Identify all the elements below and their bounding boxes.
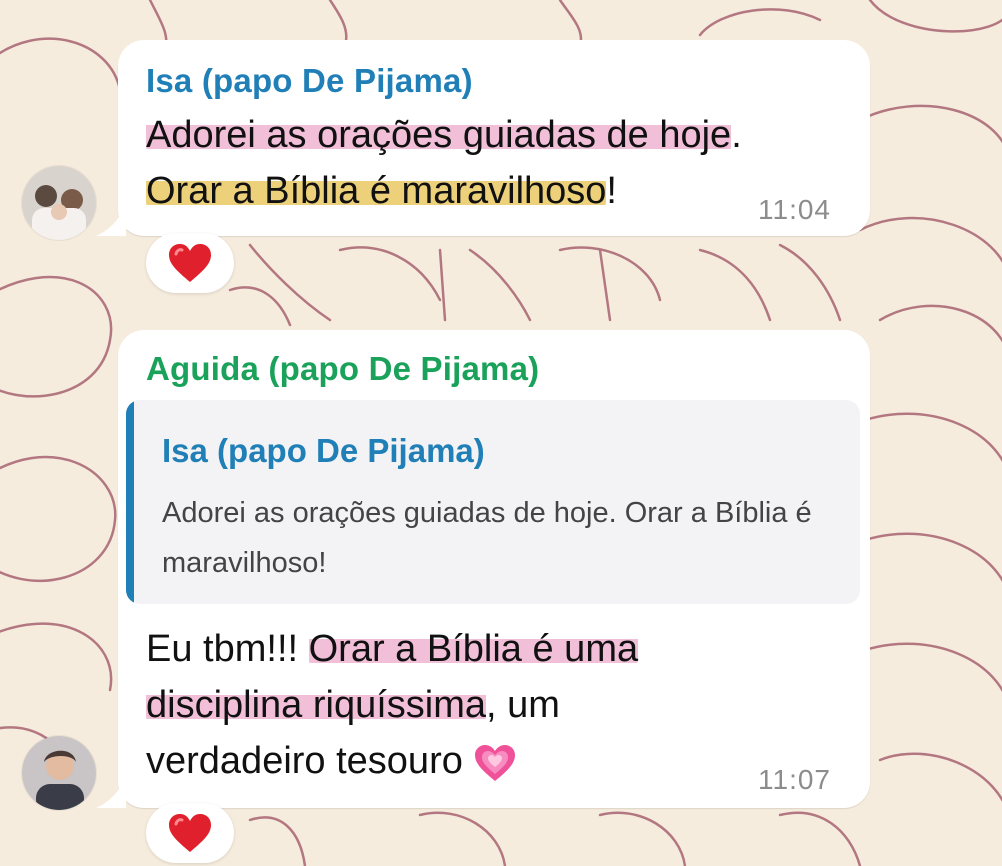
- message-line: Orar a Bíblia é maravilhoso!: [146, 170, 617, 212]
- highlighted-text: Adorei as orações guiadas de hoje: [146, 114, 732, 156]
- highlighted-text: disciplina riquíssima: [146, 684, 487, 726]
- message-timestamp: 11:04: [758, 194, 831, 225]
- quoted-message[interactable]: Isa (papo De Pijama) Adorei as orações g…: [126, 400, 860, 604]
- message-line: verdadeiro tesouro: [146, 742, 517, 783]
- red-heart-icon: [169, 814, 211, 852]
- message-text: Eu tbm!!!: [146, 628, 309, 670]
- reaction-pill[interactable]: [146, 233, 234, 293]
- message-text: , um: [486, 684, 560, 726]
- message-bubble-isa[interactable]: Isa (papo De Pijama) Adorei as orações g…: [96, 40, 870, 236]
- message-line: disciplina riquíssima, um: [146, 684, 560, 726]
- message-text: !: [606, 170, 617, 212]
- quoted-sender-name: Isa (papo De Pijama): [162, 432, 485, 469]
- sender-name[interactable]: Aguida (papo De Pijama): [146, 350, 539, 388]
- quoted-text: Adorei as orações guiadas de hoje. Orar …: [162, 497, 812, 579]
- sender-name[interactable]: Isa (papo De Pijama): [146, 62, 473, 100]
- bubble-tail: [96, 778, 126, 808]
- message-text: .: [731, 114, 742, 156]
- highlighted-text: Orar a Bíblia é maravilhoso: [146, 170, 607, 212]
- growing-heart-icon: [475, 744, 516, 781]
- reaction-pill[interactable]: [146, 803, 234, 863]
- avatar-photo-icon: [22, 166, 96, 240]
- bubble-tail: [96, 206, 126, 236]
- quote-accent-bar: [126, 400, 134, 604]
- highlighted-text: Orar a Bíblia é uma: [308, 628, 639, 670]
- avatar-aguida[interactable]: [22, 736, 96, 810]
- message-text: verdadeiro tesouro: [146, 740, 474, 782]
- message-line: Eu tbm!!! Orar a Bíblia é uma: [146, 628, 639, 670]
- avatar-photo-icon: [22, 736, 96, 810]
- message-bubble-aguida[interactable]: Aguida (papo De Pijama) Isa (papo De Pij…: [96, 330, 870, 808]
- message-line: Adorei as orações guiadas de hoje.: [146, 114, 742, 156]
- avatar-isa[interactable]: [22, 166, 96, 240]
- red-heart-icon: [169, 244, 211, 282]
- message-timestamp: 11:07: [758, 764, 831, 795]
